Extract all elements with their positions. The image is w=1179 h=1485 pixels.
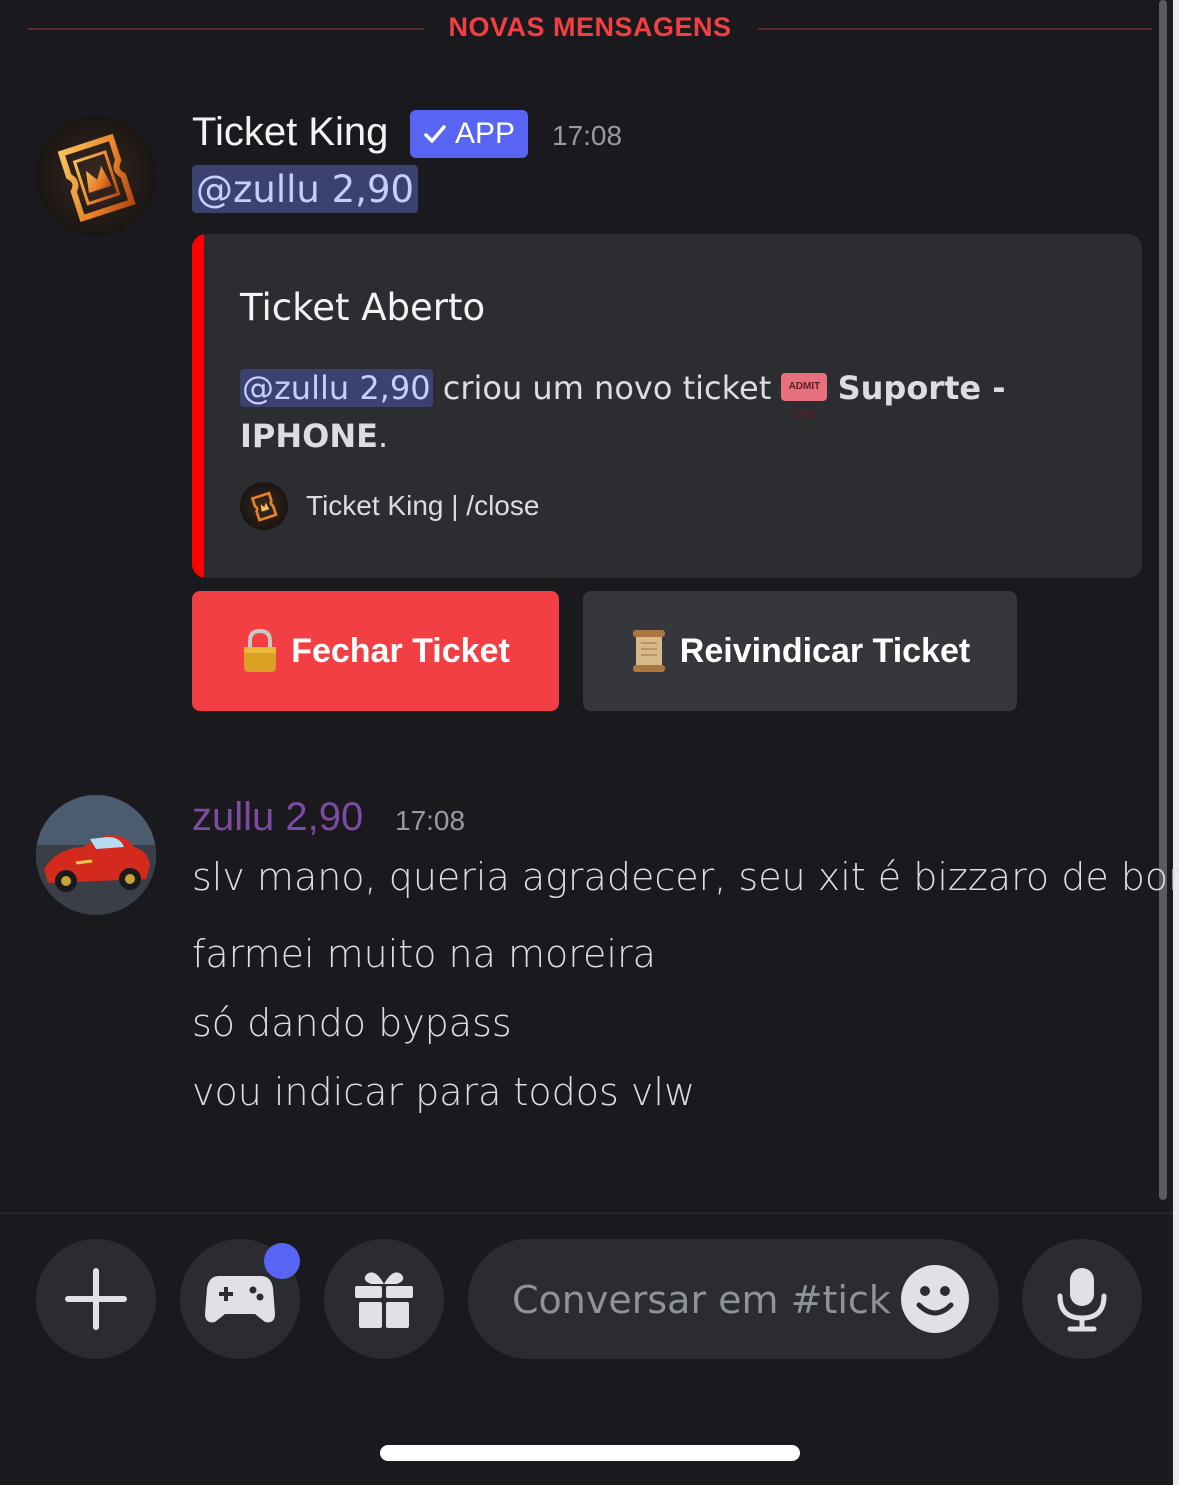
voice-message-button[interactable]: [1022, 1239, 1142, 1359]
smiley-icon: [916, 1286, 954, 1316]
bot-avatar[interactable]: [36, 116, 156, 236]
home-indicator[interactable]: [380, 1445, 800, 1461]
embed-text: criou um novo ticket: [432, 369, 782, 407]
composer-separator: [0, 1212, 1173, 1214]
gift-icon: [355, 1272, 413, 1328]
ticket-emoji-icon: ADMIT ONE: [781, 373, 828, 420]
message-text: só dando bypass: [192, 1001, 512, 1045]
embed-description: @zullu 2,90 criou um novo ticket ADMIT O…: [240, 364, 1100, 460]
embed-accent-bar: [192, 234, 204, 578]
plus-icon: [65, 1268, 127, 1330]
new-messages-label: NOVAS MENSAGENS: [448, 12, 732, 42]
close-ticket-label: Fechar Ticket: [291, 631, 510, 670]
app-tag-label: APP: [454, 117, 516, 150]
embed-footer-text: Ticket King | /close: [306, 490, 540, 521]
screen-edge: [1173, 0, 1179, 1485]
new-messages-divider: NOVAS MENSAGENS: [28, 12, 1152, 42]
claim-ticket-label: Reivindicar Ticket: [679, 631, 971, 670]
scrollbar[interactable]: [1159, 0, 1167, 1200]
claim-ticket-button[interactable]: Reivindicar Ticket: [583, 591, 1017, 711]
emoji-button[interactable]: [901, 1265, 969, 1333]
embed-text-end: .: [377, 417, 389, 455]
embed-footer: Ticket King | /close: [240, 482, 539, 530]
gift-button[interactable]: [324, 1239, 444, 1359]
bot-author-name[interactable]: Ticket King: [192, 110, 388, 155]
bot-message-time: 17:08: [552, 120, 623, 151]
footer-logo-icon: [240, 482, 288, 530]
attach-button[interactable]: [36, 1239, 156, 1359]
message-input[interactable]: [510, 1269, 894, 1331]
message-text: farmei muito na moreira: [192, 932, 656, 976]
notification-dot: [264, 1243, 300, 1279]
user-message-time: 17:08: [395, 805, 466, 836]
lock-icon: [244, 628, 277, 672]
ticket-embed: Ticket Aberto @zullu 2,90 criou um novo …: [192, 234, 1142, 578]
scroll-icon: [632, 630, 665, 672]
embed-mention[interactable]: @zullu 2,90: [240, 369, 433, 407]
user-avatar[interactable]: [36, 795, 156, 915]
close-ticket-button[interactable]: Fechar Ticket: [192, 591, 559, 711]
checkmark-icon: [424, 125, 446, 143]
race-car-avatar-icon: [36, 795, 156, 915]
embed-title: Ticket Aberto: [240, 286, 486, 329]
gamepad-icon: [205, 1276, 275, 1323]
message-text: vou indicar para todos vlw: [192, 1070, 696, 1114]
microphone-icon: [1057, 1268, 1107, 1332]
user-author-name[interactable]: zullu 2,90: [192, 795, 363, 840]
chat-screen: NOVAS MENSAGENS Ticket King APP 17:08 @z…: [0, 0, 1179, 1485]
user-mention[interactable]: @zullu 2,90: [192, 165, 419, 213]
message-composer[interactable]: [468, 1239, 999, 1359]
ticket-king-logo-icon: [57, 133, 136, 223]
app-tag: APP: [410, 110, 528, 158]
message-text: slv mano, queria agradecer, seu xit é bi…: [192, 855, 1179, 899]
